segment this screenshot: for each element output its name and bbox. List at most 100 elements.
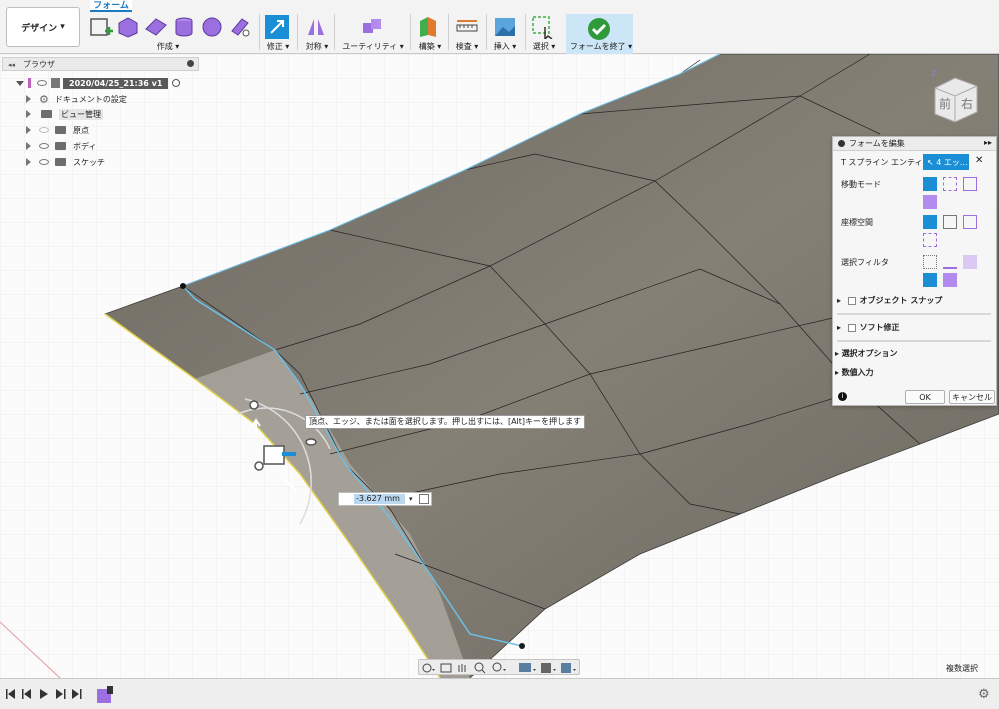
box-icon[interactable] (116, 15, 140, 39)
cylinder-icon[interactable] (172, 15, 196, 39)
viewcube-front-label: 前 (939, 96, 951, 111)
tree-item-document-settings[interactable]: ⚙ ドキュメントの設定 (26, 92, 127, 106)
orbit-icon[interactable] (422, 663, 435, 673)
local-space-icon[interactable] (963, 215, 977, 229)
toolbar: デザイン ▾ フォーム 作成 ▾ 修正 ▾ 対称 ▾ ユーティリティ ▾ 構築 … (0, 0, 999, 54)
expand-icon[interactable] (26, 126, 31, 134)
edit-form-icon[interactable] (265, 15, 289, 39)
grid-snaps-icon[interactable] (541, 663, 556, 673)
utility-menu[interactable]: ユーティリティ ▾ (342, 41, 404, 52)
all-filter-icon[interactable] (923, 273, 937, 287)
edit-form-header[interactable]: フォームを編集 ▸▸ (833, 137, 996, 151)
activate-radio-icon[interactable] (172, 79, 181, 87)
face-filter-icon[interactable] (963, 255, 977, 269)
select-icon[interactable] (531, 15, 555, 39)
viewcube[interactable]: 前 右 Z (925, 66, 985, 126)
body-filter-icon[interactable] (943, 273, 957, 287)
edge-filter-icon[interactable] (943, 255, 957, 269)
sphere-icon[interactable] (200, 15, 224, 39)
clear-selection-icon[interactable]: ✕ (975, 155, 983, 166)
zoom-icon[interactable] (474, 662, 486, 674)
rotate-icon[interactable] (963, 177, 977, 191)
cancel-button[interactable]: キャンセル (949, 390, 995, 404)
go-to-start-icon[interactable] (6, 689, 15, 699)
checkmark-icon[interactable] (587, 17, 611, 41)
tspline-entity-select[interactable]: ↖ 4 エッ... (923, 154, 969, 170)
go-to-end-icon[interactable] (72, 689, 82, 699)
symmetry-menu[interactable]: 対称 ▾ (306, 41, 329, 52)
construct-menu[interactable]: 構築 ▾ (419, 41, 442, 52)
tree-item-label: スケッチ (73, 157, 105, 167)
viewports-icon[interactable] (561, 663, 576, 673)
scale-icon[interactable] (923, 195, 937, 209)
expand-icon[interactable] (26, 110, 31, 118)
play-icon[interactable] (40, 689, 48, 699)
dimension-input-box[interactable]: -3.627 mm ▾ (338, 492, 432, 506)
expand-icon[interactable] (26, 95, 31, 103)
tree-item-sketches[interactable]: スケッチ (26, 155, 105, 169)
browser-root-row[interactable]: 2020/04/25_21:36 v1 (16, 76, 181, 90)
object-snap-checkbox[interactable] (847, 296, 856, 305)
modify-menu[interactable]: 修正 ▾ (267, 41, 290, 52)
info-icon[interactable]: i (838, 392, 847, 401)
multi-move-icon[interactable] (923, 177, 937, 191)
tree-item-view-management[interactable]: ビュー管理 (26, 107, 103, 121)
workspace-switcher-button[interactable]: デザイン ▾ (6, 7, 80, 47)
timeline-form-feature-icon[interactable] (95, 685, 115, 705)
translate-icon[interactable] (943, 177, 957, 191)
construct-icon[interactable] (416, 15, 440, 39)
fit-icon[interactable] (492, 662, 506, 672)
visibility-icon[interactable] (39, 143, 49, 149)
timeline-settings-icon[interactable]: ⚙ (978, 687, 990, 702)
dimension-input[interactable]: -3.627 mm (354, 494, 405, 504)
tree-item-origin[interactable]: 原点 (26, 123, 89, 137)
quadball-icon[interactable] (228, 15, 252, 39)
utility-icon[interactable] (360, 15, 384, 39)
display-settings-icon[interactable] (519, 663, 536, 672)
tab-form[interactable]: フォーム (90, 0, 132, 12)
expand-icon[interactable] (26, 158, 31, 166)
visibility-icon[interactable] (39, 159, 49, 165)
plane-icon[interactable] (144, 15, 168, 39)
expand-icon[interactable] (16, 80, 24, 86)
insert-menu[interactable]: 挿入 ▾ (494, 41, 517, 52)
finish-form-label[interactable]: フォームを終了 ▾ (570, 41, 632, 52)
collapse-icon[interactable]: ◂◂ (8, 61, 15, 69)
move-mode-label: 移動モード (841, 180, 881, 189)
tree-item-bodies[interactable]: ボディ (26, 139, 96, 153)
look-at-icon[interactable] (440, 663, 452, 673)
insert-image-icon[interactable] (493, 15, 517, 39)
browser-panel-header[interactable]: ◂◂ ブラウザ (2, 57, 199, 71)
step-back-icon[interactable] (22, 689, 31, 699)
measure-icon[interactable] (455, 15, 479, 39)
panel-icon (838, 140, 845, 147)
select-menu[interactable]: 選択 ▾ (533, 41, 556, 52)
vertex-filter-icon[interactable] (923, 255, 937, 269)
ok-button[interactable]: OK (905, 390, 945, 404)
select-options-row[interactable]: ▸ 選択オプション (835, 348, 898, 359)
visibility-off-icon[interactable] (39, 127, 49, 133)
inspect-menu[interactable]: 検査 ▾ (456, 41, 479, 52)
object-snap-row[interactable]: ▸ オブジェクト スナップ (837, 295, 942, 306)
numeric-input-row[interactable]: ▸ 数値入力 (835, 367, 874, 378)
step-forward-icon[interactable] (56, 689, 66, 699)
symmetry-icon[interactable] (304, 15, 328, 39)
soft-modify-checkbox[interactable] (847, 323, 856, 332)
workspace-label: デザイン (21, 23, 58, 34)
visibility-icon[interactable] (37, 80, 47, 86)
soft-modify-row[interactable]: ▸ ソフト修正 (837, 322, 900, 333)
select-filter-label: 選択フィルタ (841, 258, 889, 267)
world-space-icon[interactable] (923, 215, 937, 229)
expand-icon[interactable] (26, 142, 31, 150)
create-sketch-icon[interactable] (89, 15, 113, 39)
expand-panel-icon[interactable]: ▸▸ (984, 138, 992, 147)
create-menu[interactable]: 作成 ▾ (157, 41, 180, 52)
coord-space-label: 座標空間 (841, 218, 873, 227)
per-face-icon[interactable] (923, 233, 937, 247)
z-axis-label: Z (931, 69, 937, 78)
view-space-icon[interactable] (943, 215, 957, 229)
pin-icon[interactable] (187, 60, 194, 67)
axis-toggle-icon[interactable] (418, 494, 429, 504)
dropdown-arrow-icon[interactable]: ▾ (409, 495, 413, 503)
pan-icon[interactable] (458, 664, 466, 672)
